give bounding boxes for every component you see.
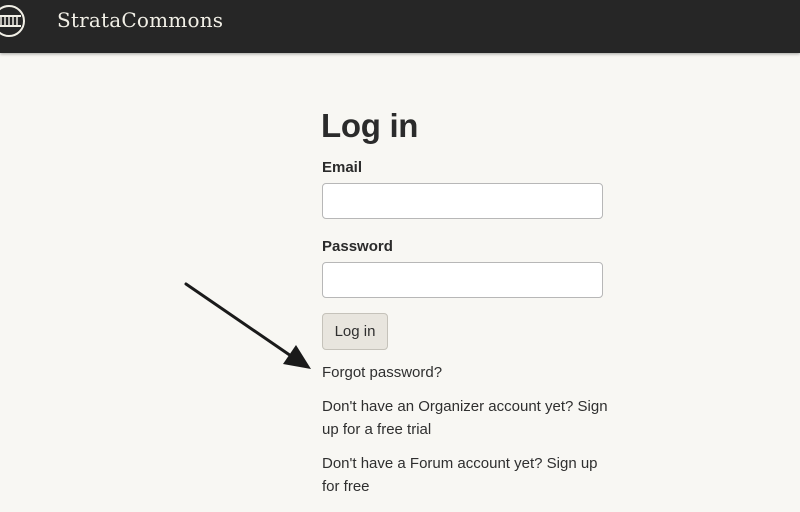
forum-signup-link[interactable]: Don't have a Forum account yet? Sign up … bbox=[322, 452, 612, 498]
building-icon[interactable] bbox=[0, 4, 28, 38]
email-label: Email bbox=[322, 159, 363, 176]
login-button[interactable]: Log in bbox=[322, 313, 388, 350]
forgot-password-link[interactable]: Forgot password? bbox=[322, 361, 612, 384]
organizer-signup-link[interactable]: Don't have an Organizer account yet? Sig… bbox=[322, 395, 612, 441]
password-field[interactable] bbox=[322, 262, 603, 298]
page-title: Log in bbox=[321, 107, 419, 144]
top-header: StrataCommons bbox=[0, 0, 800, 53]
arrow-icon bbox=[184, 282, 311, 369]
password-label: Password bbox=[322, 238, 393, 255]
email-field[interactable] bbox=[322, 183, 603, 219]
brand-name[interactable]: StrataCommons bbox=[57, 6, 223, 34]
